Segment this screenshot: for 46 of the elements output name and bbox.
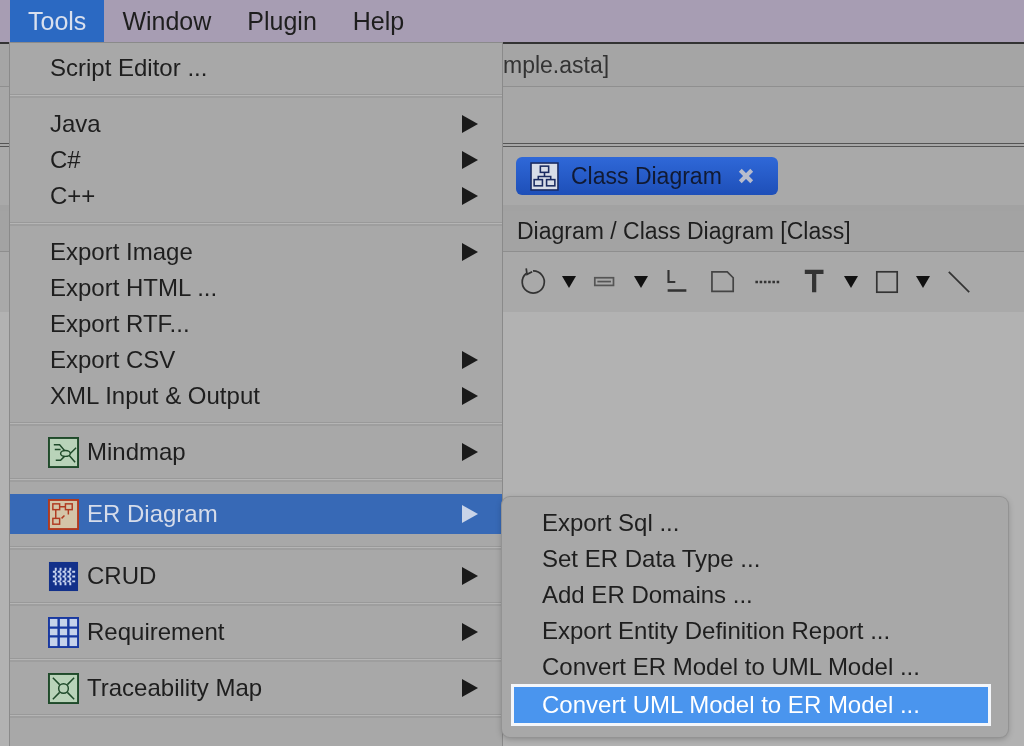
menu-item[interactable]: Export CSV	[10, 342, 502, 378]
dropdown-icon[interactable]	[844, 276, 858, 288]
window-title: mple.asta]	[503, 51, 610, 79]
menu-item[interactable]: Java	[10, 106, 502, 142]
submenu-arrow-icon	[462, 443, 478, 461]
menu-item[interactable]: Export Sql ...	[502, 505, 1008, 541]
menu-item[interactable]: Requirement	[10, 614, 502, 650]
menu-item[interactable]: C++	[10, 178, 502, 214]
mindmap-icon	[48, 436, 79, 468]
submenu-arrow-icon	[462, 151, 478, 169]
dropdown-icon[interactable]	[916, 276, 930, 288]
dropdown-icon[interactable]	[562, 276, 576, 288]
dropdown-icon[interactable]	[634, 276, 648, 288]
er-icon	[48, 498, 79, 530]
menu-item[interactable]: Export RTF...	[10, 306, 502, 342]
menu-item[interactable]: Script Editor ...	[10, 50, 502, 86]
menu-item[interactable]: Traceability Map	[10, 670, 502, 706]
menu-item[interactable]: Export Image	[10, 234, 502, 270]
menu-item[interactable]: C#	[10, 142, 502, 178]
close-icon[interactable]	[737, 168, 754, 184]
traceability-icon	[48, 672, 79, 704]
crud-icon	[48, 560, 79, 592]
menu-bar-item[interactable]: Plugin	[229, 0, 335, 42]
submenu-arrow-icon	[462, 679, 478, 697]
submenu-arrow-icon	[462, 187, 478, 205]
submenu-arrow-icon	[462, 243, 478, 261]
submenu-arrow-icon	[462, 387, 478, 405]
submenu-arrow-icon	[462, 351, 478, 369]
menu-item[interactable]: Convert ER Model to UML Model ...	[502, 649, 1008, 685]
menu-bar-item[interactable]: Help	[334, 0, 423, 42]
menu-item[interactable]: Export Entity Definition Report ...	[502, 613, 1008, 649]
menu-item[interactable]: Mindmap	[10, 434, 502, 470]
menu-bar-item[interactable]: Tools	[10, 0, 105, 42]
submenu-arrow-icon	[462, 505, 478, 523]
menu-item[interactable]: Set ER Data Type ...	[502, 541, 1008, 577]
menu-item[interactable]: Add ER Domains ...	[502, 577, 1008, 613]
menu-item[interactable]: XML Input & Output	[10, 378, 502, 414]
submenu-arrow-icon	[462, 115, 478, 133]
menu-item[interactable]: ER Diagram	[10, 494, 502, 534]
class-diagram-icon	[530, 161, 559, 191]
requirement-icon	[48, 616, 79, 648]
menu-item[interactable]: CRUD	[10, 558, 502, 594]
submenu-arrow-icon	[462, 567, 478, 585]
menu-bar-item[interactable]: Window	[104, 0, 230, 42]
submenu-arrow-icon	[462, 623, 478, 641]
breadcrumb: Diagram / Class Diagram [Class]	[517, 217, 851, 245]
